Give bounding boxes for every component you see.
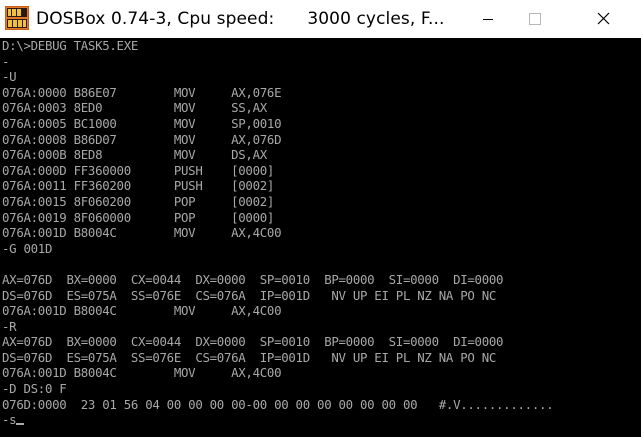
console-line: 076A:001D B8004C MOV AX,4C00: [2, 365, 282, 381]
console-line: 076A:0008 B86D07 MOV AX,076D: [2, 131, 282, 147]
window-title: DOSBox 0.74-3, Cpu speed: 3000 cycles, F…: [36, 9, 445, 29]
dosbox-window: DOSBox 0.74-3, Cpu speed: 3000 cycles, F…: [0, 0, 641, 437]
console-line: 076A:001D B8004C MOV AX,4C00: [2, 225, 282, 241]
console-line: D:\>DEBUG TASK5.EXE: [2, 38, 139, 53]
dos-console[interactable]: D:\>DEBUG TASK5.EXE - -U 076A:0000 B86E07 M…: [2, 38, 641, 437]
console-line: 076A:000D FF360000 PUSH [0000]: [2, 162, 275, 178]
console-line: -U: [2, 69, 17, 85]
console-line: -s: [2, 412, 641, 428]
console-line: 076A:0015 8F060200 POP [0002]: [2, 193, 275, 209]
console-line: 076A:000B 8ED8 MOV DS,AX: [2, 147, 267, 163]
console-line: 076A:0000 B86E07 MOV AX,076E: [2, 84, 282, 100]
console-line: 076A:001D B8004C MOV AX,4C00: [2, 303, 282, 319]
maximize-icon: [529, 13, 541, 25]
console-line: -D DS:0 F: [2, 381, 67, 397]
minimize-icon: [483, 19, 493, 20]
maximize-button[interactable]: [511, 0, 557, 38]
console-line: -: [2, 53, 10, 69]
console-line: 076A:0003 8ED0 MOV SS,AX: [2, 100, 267, 116]
dosbox-icon: [5, 6, 29, 30]
text-cursor: [16, 423, 25, 426]
console-line: 076A:0005 BC1000 MOV SP,0010: [2, 115, 282, 131]
close-button[interactable]: [580, 0, 626, 38]
console-line: DS=076D ES=075A SS=076E CS=076A IP=001D …: [2, 349, 497, 365]
console-line: 076A:0011 FF360200 PUSH [0002]: [2, 178, 275, 194]
minimize-button[interactable]: [465, 0, 511, 38]
title-bar[interactable]: DOSBox 0.74-3, Cpu speed: 3000 cycles, F…: [0, 0, 641, 38]
console-line: -G 001D: [2, 240, 53, 256]
console-line: AX=076D BX=0000 CX=0044 DX=0000 SP=0010 …: [2, 271, 504, 287]
close-icon: [597, 12, 610, 25]
console-line: DS=076D ES=075A SS=076E CS=076A IP=001D …: [2, 287, 497, 303]
console-line: -R: [2, 318, 17, 334]
console-line: 076D:0000 23 01 56 04 00 00 00 00-00 00 …: [2, 396, 554, 412]
console-line: 076A:0019 8F060000 POP [0000]: [2, 209, 275, 225]
console-line: AX=076D BX=0000 CX=0044 DX=0000 SP=0010 …: [2, 334, 504, 350]
